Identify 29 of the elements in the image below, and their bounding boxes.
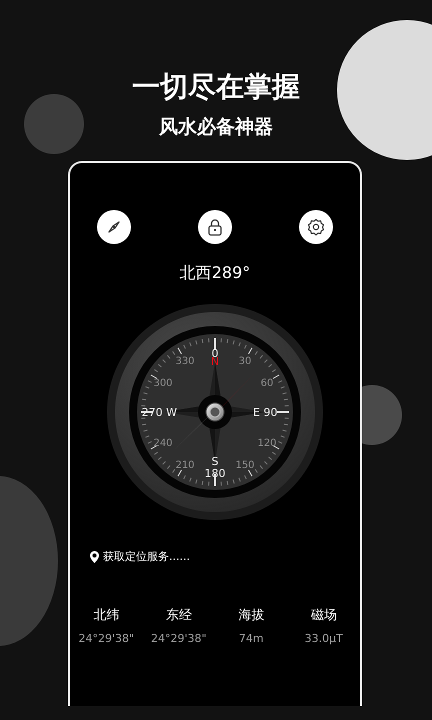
- dial-label: 270 W: [142, 406, 177, 419]
- dial-label: 210: [175, 460, 195, 471]
- dial-label: 180: [204, 467, 226, 480]
- stat-value: 74m: [238, 632, 264, 645]
- compass-button[interactable]: [97, 210, 131, 244]
- headline: 一切尽在掌握: [132, 69, 300, 105]
- dial-label: 30: [238, 356, 252, 367]
- dial-label: 120: [257, 438, 277, 449]
- stat-value: 24°29'38": [150, 632, 207, 645]
- dial-label: 60: [260, 378, 274, 389]
- subheadline: 风水必备神器: [159, 115, 273, 140]
- settings-icon: [306, 217, 326, 237]
- dial-label: S: [212, 455, 218, 468]
- lock-button[interactable]: [198, 210, 232, 244]
- dial-label: 150: [235, 460, 255, 471]
- stat-label: 磁场: [310, 607, 337, 624]
- heading-reading: 北西289°: [180, 262, 250, 284]
- location-status: 获取定位服务......: [103, 549, 190, 564]
- stat-value: 33.0µT: [304, 632, 343, 645]
- settings-button[interactable]: [299, 210, 333, 244]
- stat-value: 24°29'38": [78, 632, 134, 645]
- dial-label: 300: [153, 378, 173, 389]
- dial-label: 240: [153, 438, 173, 449]
- stat-label: 海拔: [238, 607, 264, 624]
- stat-label: 北纬: [93, 607, 120, 624]
- location-pin-icon: [90, 550, 99, 562]
- stat-label: 东经: [166, 607, 192, 624]
- dial-label: 330: [175, 356, 195, 367]
- dial-label: E 90: [253, 406, 278, 419]
